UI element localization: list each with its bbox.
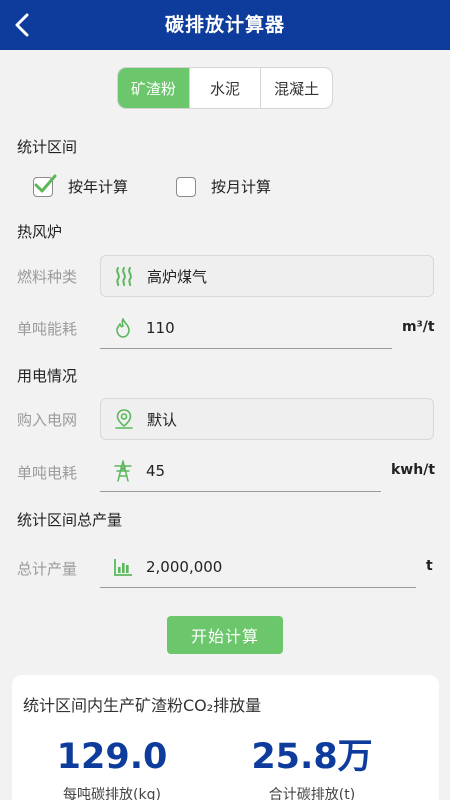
result-card: 统计区间内生产矿渣粉CO₂排放量 129.0 每吨碳排放(kg) 25.8万 合… [12, 675, 439, 800]
per-ton-value: 129.0 [56, 737, 168, 777]
checkmark-icon [34, 174, 57, 192]
fuel-type-select[interactable]: 高炉煤气 [100, 255, 434, 297]
power-tower-icon [112, 459, 134, 482]
fuel-type-label: 燃料种类 [17, 268, 78, 286]
fuel-type-value: 高炉煤气 [147, 267, 208, 286]
total-output-unit: t [426, 558, 433, 574]
flame-icon [112, 317, 134, 339]
tab-cement[interactable]: 水泥 [188, 68, 261, 108]
per-ton-metric: 129.0 每吨碳排放(kg) [12, 736, 212, 800]
per-ton-caption: 每吨碳排放(kg) [63, 787, 161, 800]
power-consumption-input[interactable]: 45 [100, 450, 381, 492]
total-output-input[interactable]: 2,000,000 [100, 546, 416, 588]
power-consumption-value: 45 [146, 461, 166, 480]
start-calculation-button[interactable]: 开始计算 [167, 616, 283, 654]
heat-waves-icon [113, 265, 135, 287]
energy-consumption-input[interactable]: 110 [100, 307, 392, 349]
grid-select[interactable]: 默认 [100, 398, 434, 440]
electricity-section-title: 用电情况 [17, 367, 78, 385]
app-header: 碳排放计算器 [0, 0, 450, 50]
grid-label: 购入电网 [17, 411, 78, 429]
grid-value: 默认 [147, 410, 178, 429]
bar-chart-icon [112, 556, 134, 578]
result-title: 统计区间内生产矿渣粉CO₂排放量 [23, 696, 262, 715]
page-title: 碳排放计算器 [164, 14, 285, 36]
energy-unit: m³/t [402, 319, 435, 335]
total-emission-metric: 25.8万 合计碳排放(t) [212, 736, 412, 800]
power-unit: kwh/t [391, 462, 436, 478]
checkbox-checked [33, 174, 57, 197]
monthly-label: 按月计算 [211, 178, 272, 196]
location-pin-icon [113, 408, 135, 430]
total-emission-caption: 合计碳排放(t) [268, 787, 356, 800]
checkbox-unchecked [176, 176, 196, 197]
power-consumption-label: 单吨电耗 [17, 464, 78, 482]
total-emission-value: 25.8万 [251, 737, 373, 777]
hot-stove-section-title: 热风炉 [17, 223, 63, 241]
yearly-label: 按年计算 [68, 178, 129, 196]
tab-slag-powder[interactable]: 矿渣粉 [118, 68, 189, 108]
tab-concrete[interactable]: 混凝土 [260, 68, 332, 108]
energy-consumption-label: 单吨能耗 [17, 320, 78, 338]
output-section-title: 统计区间总产量 [17, 511, 123, 529]
yearly-checkbox[interactable]: 按年计算 [33, 174, 129, 197]
total-output-label: 总计产量 [17, 560, 78, 578]
period-section-title: 统计区间 [17, 138, 78, 156]
monthly-checkbox[interactable]: 按月计算 [176, 176, 271, 197]
material-tabs: 矿渣粉 水泥 混凝土 [117, 67, 333, 109]
energy-consumption-value: 110 [146, 318, 175, 337]
total-output-value: 2,000,000 [146, 557, 223, 576]
